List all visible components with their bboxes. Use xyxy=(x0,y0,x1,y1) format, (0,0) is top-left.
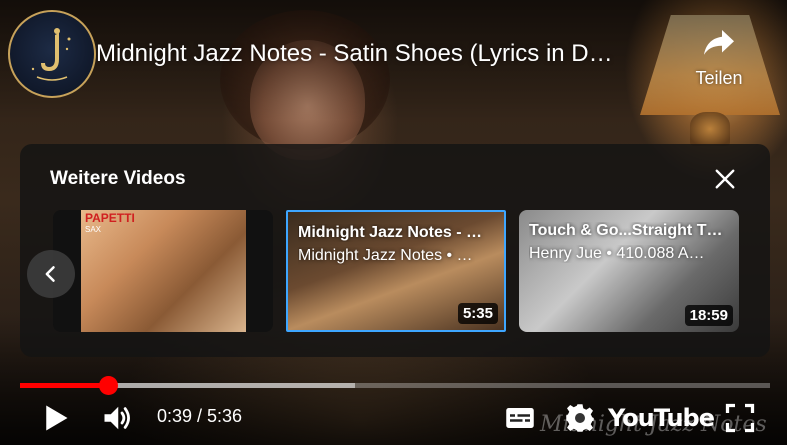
related-video-title: Touch & Go...Straight T… xyxy=(529,222,723,239)
video-player[interactable]: Midnight Jazz Notes - Satin Shoes (Lyric… xyxy=(0,0,787,445)
previous-videos-button[interactable] xyxy=(27,250,75,298)
share-label: Teilen xyxy=(695,68,743,88)
related-video-card[interactable]: PAPETTI SAX xyxy=(53,210,273,332)
related-video-title: Midnight Jazz Notes - … xyxy=(298,224,482,241)
chevron-left-icon xyxy=(45,266,55,282)
share-button[interactable]: Teilen xyxy=(683,24,755,96)
thumbnail-text: SAX xyxy=(85,225,102,234)
close-button[interactable] xyxy=(710,164,740,194)
thumbnail-image xyxy=(81,210,246,332)
subtitles-icon xyxy=(506,408,534,428)
close-icon xyxy=(715,169,735,189)
related-video-card[interactable]: Touch & Go...Straight T… Henry Jue • 410… xyxy=(519,210,739,332)
related-video-meta: Midnight Jazz Notes • … xyxy=(298,247,473,264)
share-arrow-icon xyxy=(704,30,734,55)
time-display: 0:39 / 5:36 xyxy=(157,406,243,426)
subtitles-button[interactable] xyxy=(502,398,538,438)
saxophone-moon-logo xyxy=(29,28,71,81)
play-button[interactable] xyxy=(36,398,74,438)
related-video-meta: Henry Jue • 410.088 A… xyxy=(529,245,705,262)
more-videos-panel: Weitere Videos PAPETTI SAX Midnight Jazz… xyxy=(20,144,770,357)
thumbnail-text: PAPETTI xyxy=(85,211,135,225)
progress-scrubber-handle[interactable] xyxy=(98,376,118,395)
video-duration-badge: 18:59 xyxy=(684,305,733,326)
related-video-card[interactable]: Midnight Jazz Notes - … Midnight Jazz No… xyxy=(286,210,506,332)
volume-button[interactable] xyxy=(96,398,138,438)
channel-avatar[interactable] xyxy=(8,10,96,98)
progress-played xyxy=(20,383,108,388)
video-title[interactable]: Midnight Jazz Notes - Satin Shoes (Lyric… xyxy=(96,40,666,68)
fullscreen-button[interactable] xyxy=(722,398,758,438)
fullscreen-icon xyxy=(725,403,755,433)
video-duration-badge: 5:35 xyxy=(457,303,498,324)
settings-button[interactable] xyxy=(562,398,598,438)
youtube-logo[interactable]: YouTube xyxy=(608,398,715,438)
volume-icon xyxy=(104,406,130,430)
gear-icon xyxy=(566,404,594,432)
progress-bar[interactable] xyxy=(20,376,770,395)
play-icon xyxy=(46,405,68,431)
more-videos-title: Weitere Videos xyxy=(50,168,186,189)
